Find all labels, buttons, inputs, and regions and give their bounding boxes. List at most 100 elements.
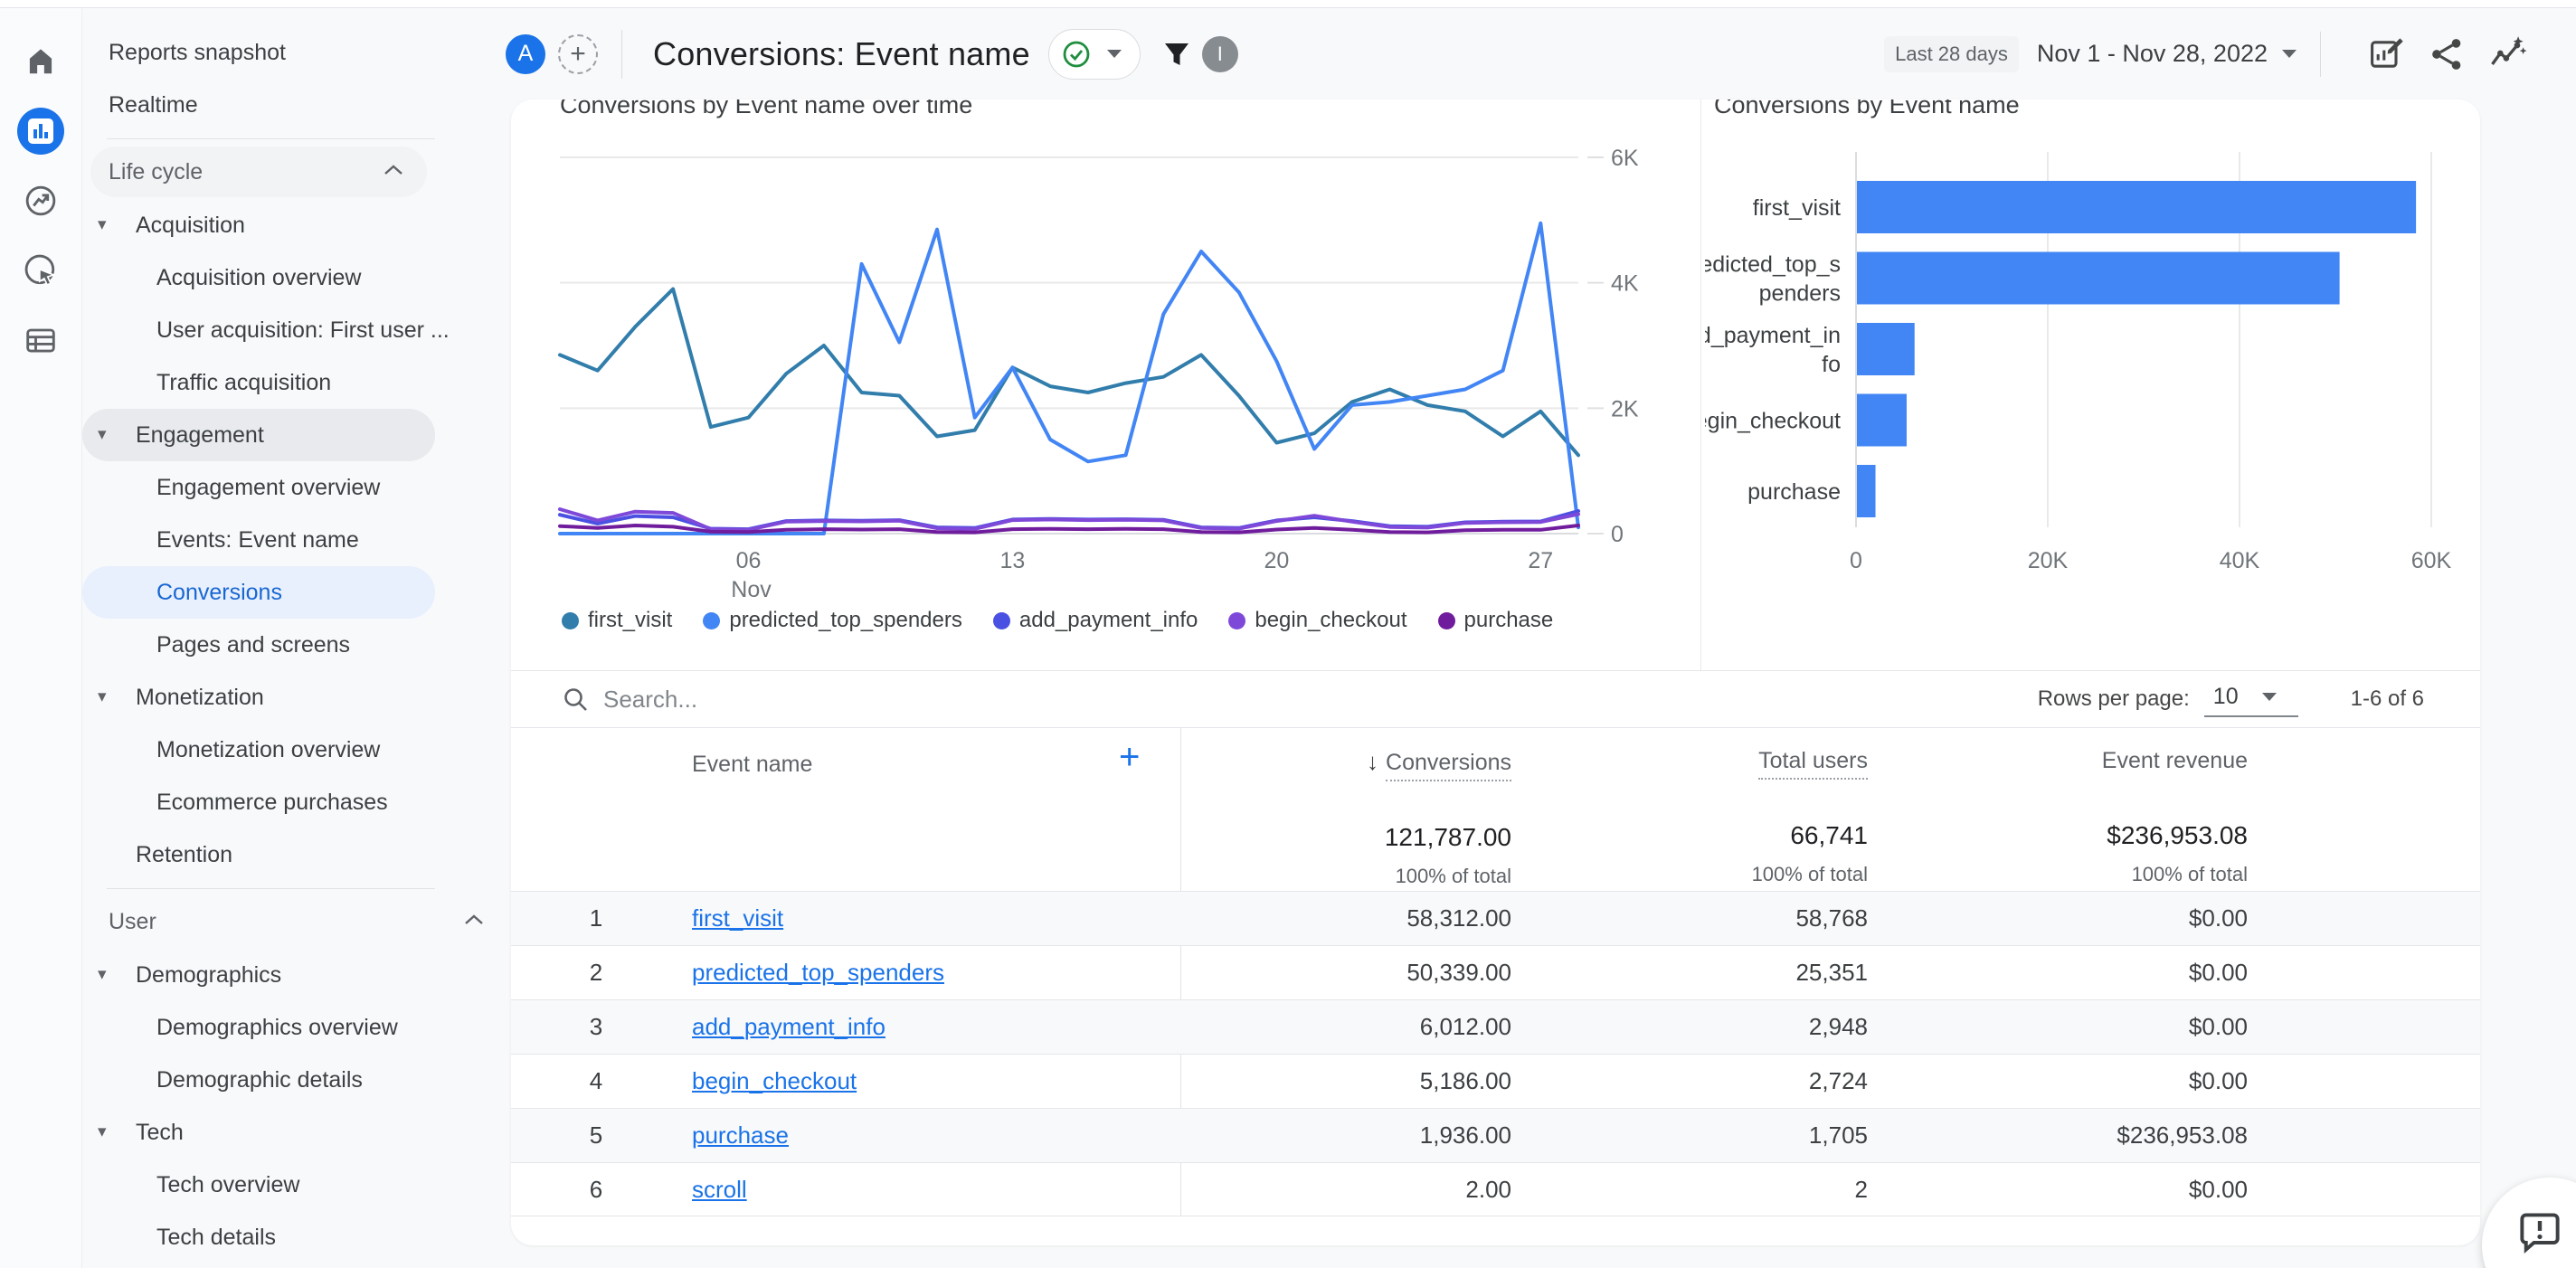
bar-purchase[interactable]	[1857, 465, 1876, 517]
search-input[interactable]	[601, 684, 1057, 714]
legend-item-predicted_top_spenders[interactable]: predicted_top_spenders	[703, 608, 962, 633]
event-name-link[interactable]: add_payment_info	[692, 1000, 886, 1053]
sidebar-item-tech[interactable]: ▾ Tech	[82, 1106, 511, 1159]
report-header: A + Conversions: Event name I Last 28 da…	[506, 8, 2576, 99]
library-nav-icon[interactable]	[17, 317, 64, 364]
sidebar-item-reports-snapshot[interactable]: Reports snapshot	[82, 26, 511, 79]
total-users-header[interactable]: Total users	[1752, 748, 1868, 780]
legend-dot	[1437, 611, 1455, 629]
conversions-header[interactable]: ↓ Conversions	[1367, 748, 1511, 781]
legend-item-add_payment_info[interactable]: add_payment_info	[992, 608, 1198, 633]
sidebar-item-conversions[interactable]: Conversions	[82, 566, 435, 619]
sidebar-item-tech-details[interactable]: Tech details	[82, 1211, 511, 1263]
sidebar-item-user[interactable]: User	[82, 896, 511, 947]
event-name-link[interactable]: scroll	[692, 1163, 747, 1216]
event-name-link[interactable]: first_visit	[692, 892, 783, 944]
sidebar-item-engagement[interactable]: ▾ Engagement	[82, 409, 435, 461]
svg-text:purchase: purchase	[1747, 479, 1841, 505]
event-name-link[interactable]: begin_checkout	[692, 1055, 857, 1107]
share-icon[interactable]	[2428, 35, 2466, 73]
bar-begin_checkout[interactable]	[1857, 393, 1907, 447]
svg-text:20: 20	[1264, 548, 1289, 573]
data-quality-pill[interactable]	[1047, 28, 1141, 80]
total-users-value: 2	[1854, 1176, 1868, 1203]
explore-nav-icon[interactable]	[17, 177, 64, 224]
bar-predicted_top_spenders[interactable]	[1857, 251, 2340, 305]
event-revenue-value: $0.00	[2188, 959, 2248, 986]
sidebar-item-traffic-acquisition[interactable]: Traffic acquisition	[82, 356, 511, 409]
bar-add_payment_info[interactable]	[1857, 323, 1915, 375]
comparison-avatar[interactable]: A	[506, 33, 545, 74]
legend-label: first_visit	[588, 608, 673, 632]
row-index: 1	[589, 904, 603, 932]
sidebar-item-monetization[interactable]: ▾ Monetization	[82, 671, 511, 724]
sidebar-item-demographics-overview[interactable]: Demographics overview	[82, 1001, 511, 1054]
expand-triangle-icon[interactable]: ▾	[98, 199, 107, 251]
event-revenue-header[interactable]: Event revenue	[2102, 748, 2248, 774]
section-label: Life cycle	[109, 159, 204, 185]
total-users-value: 1,705	[1808, 1121, 1868, 1149]
row-index: 2	[589, 959, 603, 986]
sidebar-item-demographic-details[interactable]: Demographic details	[82, 1054, 511, 1106]
feedback-button[interactable]	[2482, 1178, 2576, 1268]
expand-triangle-icon[interactable]: ▾	[98, 1106, 107, 1159]
date-preset-label: Last 28 days	[1884, 35, 2019, 72]
sidebar-item-events-event-name[interactable]: Events: Event name	[82, 514, 511, 566]
sidebar-item-engagement-overview[interactable]: Engagement overview	[82, 461, 511, 514]
sidebar-item-life-cycle[interactable]: Life cycle	[90, 147, 427, 197]
group-label: Monetization	[136, 685, 264, 710]
event-name-link[interactable]: predicted_top_spenders	[692, 946, 944, 998]
date-range-picker[interactable]: Nov 1 - Nov 28, 2022	[2037, 40, 2297, 68]
sidebar-item-pages-and-screens[interactable]: Pages and screens	[82, 619, 511, 671]
customize-report-icon[interactable]	[2366, 34, 2406, 74]
expand-triangle-icon[interactable]: ▾	[98, 949, 107, 1001]
conversions-value: 50,339.00	[1406, 959, 1511, 986]
sidebar-item-ecommerce-purchases[interactable]: Ecommerce purchases	[82, 776, 511, 828]
legend-dot	[992, 611, 1010, 629]
legend-item-begin_checkout[interactable]: begin_checkout	[1228, 608, 1407, 633]
svg-text:predicted_top_s: predicted_top_s	[1705, 252, 1841, 278]
bar-first_visit[interactable]	[1857, 181, 2417, 233]
add-column-button[interactable]: +	[1119, 737, 1140, 778]
chevron-down-icon	[2261, 692, 2277, 701]
legend-item-first_visit[interactable]: first_visit	[562, 608, 672, 633]
pagination-controls: Rows per page: 10 1-6 of 6	[2038, 682, 2480, 717]
sidebar-item-demographics[interactable]: ▾ Demographics	[82, 949, 511, 1001]
group-label: Acquisition	[136, 213, 245, 238]
legend-label: begin_checkout	[1255, 608, 1407, 632]
home-icon[interactable]	[17, 37, 64, 84]
row-range-label: 1-6 of 6	[2350, 686, 2424, 711]
sidebar-item-realtime[interactable]: Realtime	[82, 79, 511, 131]
sidebar-item-acquisition-overview[interactable]: Acquisition overview	[82, 251, 511, 304]
sort-desc-icon: ↓	[1367, 748, 1379, 775]
event-name-link[interactable]: purchase	[692, 1109, 789, 1161]
expand-triangle-icon[interactable]: ▾	[98, 409, 107, 461]
svg-text:add_payment_in: add_payment_in	[1705, 323, 1841, 348]
rows-per-page-select[interactable]: 10	[2203, 682, 2298, 717]
filter-icon[interactable]	[1160, 38, 1193, 71]
sidebar-item-user-acquisition-first-user[interactable]: User acquisition: First user ...	[82, 304, 511, 356]
header-divider	[2320, 31, 2321, 77]
legend-item-purchase[interactable]: purchase	[1437, 608, 1553, 633]
insights-sparkline-icon[interactable]	[2487, 34, 2527, 74]
total-users-column: Total users 66,741 100% of total	[1752, 748, 1868, 886]
sidebar-item-tech-overview[interactable]: Tech overview	[82, 1159, 511, 1211]
svg-text:13: 13	[1000, 548, 1026, 573]
table-header: Event name + ↓ Conversions 121,787.00 100…	[511, 728, 2480, 891]
insights-badge[interactable]: I	[1201, 35, 1238, 72]
dimension-column-header[interactable]: Event name	[692, 752, 812, 778]
add-comparison-button[interactable]: +	[558, 33, 598, 74]
line-chart-title: Conversions by Event name over time	[560, 99, 973, 118]
conversions-value: 2.00	[1465, 1176, 1511, 1203]
sidebar-item-acquisition[interactable]: ▾ Acquisition	[82, 199, 511, 251]
advertising-nav-icon[interactable]	[17, 247, 64, 294]
reports-nav-icon[interactable]	[17, 108, 64, 155]
svg-text:6K: 6K	[1611, 146, 1639, 171]
sidebar-item-retention[interactable]: Retention	[82, 828, 511, 881]
window-top-border	[0, 0, 2576, 8]
chevron-up-icon	[384, 165, 402, 175]
conversions-by-event-bar-chart[interactable]: 0 20K 40K 60K first_visit predicted_top_spend…	[1705, 145, 2480, 687]
table-body: 1 first_visit 58,312.00 58,768 $0.00 2 predict…	[511, 891, 2480, 1216]
expand-triangle-icon[interactable]: ▾	[98, 671, 107, 724]
sidebar-item-monetization-overview[interactable]: Monetization overview	[82, 724, 511, 776]
